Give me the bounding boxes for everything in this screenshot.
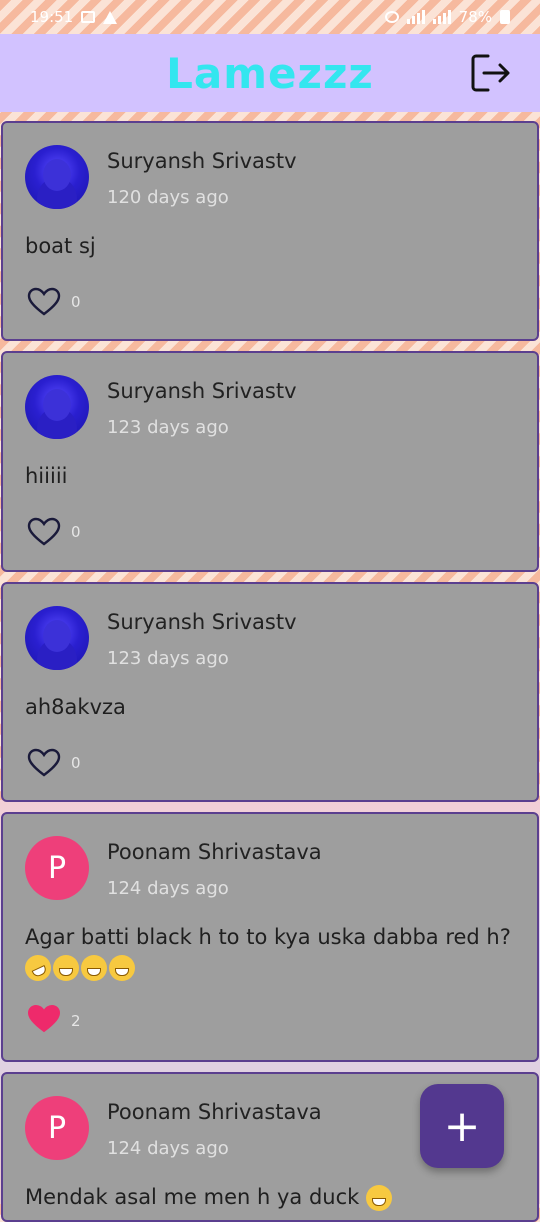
post-time: 124 days ago [107, 1138, 229, 1159]
heart-filled-icon[interactable] [27, 1004, 61, 1034]
heart-outline-icon[interactable] [27, 287, 61, 317]
like-count: 2 [71, 1012, 81, 1030]
post-card: Suryansh Srivastv 120 days ago boat sj 0 [1, 121, 539, 341]
rofl-emoji-icon [20, 950, 56, 986]
post-time: 123 days ago [107, 417, 229, 438]
post-text-block: Agar batti black h to to kya uska dabba … [20, 922, 517, 986]
post-time: 123 days ago [107, 648, 229, 669]
post-text: Agar batti black h to to kya uska dabba … [25, 925, 511, 949]
grin-emoji-icon [109, 955, 135, 981]
avatar[interactable]: P [25, 1096, 89, 1160]
battery-percent: 78% [458, 8, 492, 26]
avatar[interactable] [25, 145, 89, 209]
post-text: hiiiii [25, 464, 68, 488]
signal-icon [406, 10, 425, 24]
add-post-button[interactable]: + [420, 1084, 504, 1168]
image-icon [81, 11, 96, 23]
post-text: boat sj [25, 234, 96, 258]
author-name[interactable]: Poonam Shrivastava [107, 1100, 322, 1124]
heart-outline-icon[interactable] [27, 748, 61, 778]
heart-outline-icon[interactable] [27, 517, 61, 547]
post-text: Mendak asal me men h ya duck [25, 1185, 360, 1209]
warning-icon [103, 10, 118, 24]
alarm-icon [384, 11, 399, 23]
like-count: 0 [71, 754, 81, 772]
battery-icon [500, 10, 510, 24]
author-name[interactable]: Poonam Shrivastava [107, 840, 322, 864]
app-title: Lamezzz [166, 48, 374, 98]
post-text-block: Mendak asal me men h ya duck [25, 1182, 517, 1212]
author-name[interactable]: Suryansh Srivastv [107, 610, 297, 634]
grin-emoji-icon [81, 955, 107, 981]
post-time: 124 days ago [107, 878, 229, 899]
avatar[interactable]: P [25, 836, 89, 900]
post-card: Suryansh Srivastv 123 days ago hiiiii 0 [1, 351, 539, 572]
logout-icon[interactable] [468, 50, 514, 96]
grin-emoji-icon [53, 955, 79, 981]
status-time: 19:51 [30, 8, 74, 26]
status-bar: 19:51 78% [0, 0, 540, 34]
like-count: 0 [71, 293, 81, 311]
like-count: 0 [71, 523, 81, 541]
post-card: Suryansh Srivastv 123 days ago ah8akvza … [1, 582, 539, 802]
app-bar: Lamezzz [0, 34, 540, 112]
author-name[interactable]: Suryansh Srivastv [107, 379, 297, 403]
author-name[interactable]: Suryansh Srivastv [107, 149, 297, 173]
avatar[interactable] [25, 606, 89, 670]
post-card: P Poonam Shrivastava 124 days ago Agar b… [1, 812, 539, 1062]
avatar[interactable] [25, 375, 89, 439]
wink-emoji-icon [365, 1185, 392, 1211]
post-time: 120 days ago [107, 187, 229, 208]
signal-icon-2 [432, 10, 451, 24]
post-text: ah8akvza [25, 695, 126, 719]
